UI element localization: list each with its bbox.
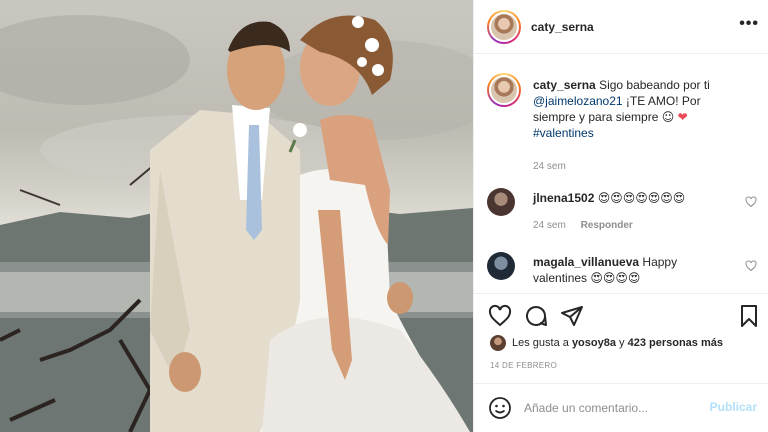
caption-mention[interactable]: @jaimelozano21 xyxy=(533,94,623,108)
caption-hashtag[interactable]: #valentines xyxy=(533,126,594,140)
like-comment-heart-icon[interactable] xyxy=(745,260,757,272)
red-heart-emoji: ❤ xyxy=(677,110,688,124)
caption-text: caty_serna Sigo babeando por ti @jaimelo… xyxy=(533,77,733,141)
caption-avatar[interactable] xyxy=(487,73,521,107)
wedding-photo-illustration xyxy=(0,15,473,432)
post-header: caty_serna ••• xyxy=(474,0,768,54)
comment-time[interactable]: 24 sem xyxy=(533,220,566,231)
caption-time[interactable]: 24 sem xyxy=(533,161,566,172)
likes-summary[interactable]: Les gusta a yosoy8a y 423 personas más xyxy=(490,335,723,351)
post-date[interactable]: 14 DE FEBRERO xyxy=(490,361,557,370)
publish-button[interactable]: Publicar xyxy=(710,400,757,414)
likes-joiner: y xyxy=(619,336,625,349)
comment-username[interactable]: jlnena1502 xyxy=(533,191,594,205)
likes-prefix: Les gusta a xyxy=(512,336,569,349)
like-heart-icon[interactable] xyxy=(488,304,512,328)
commenter-avatar[interactable] xyxy=(487,252,515,280)
author-avatar[interactable] xyxy=(487,10,521,44)
caption-username[interactable]: caty_serna xyxy=(533,78,596,92)
add-comment-input[interactable] xyxy=(524,394,704,422)
comment-username[interactable]: magala_villanueva xyxy=(533,255,639,269)
comment-text: magala_villanueva Happy valentines 😍😍😍😍 xyxy=(533,254,733,286)
smile-emoji: ☺ xyxy=(661,110,675,124)
caption-meta: 24 sem xyxy=(533,161,578,172)
post-photo[interactable] xyxy=(0,0,473,432)
more-options-icon[interactable]: ••• xyxy=(739,15,759,33)
comment-text: jlnena1502 😍😍😍😍😍😍😍 xyxy=(533,190,733,206)
comment-bubble-icon[interactable] xyxy=(524,304,548,328)
liker-username[interactable]: yosoy8a xyxy=(572,337,616,349)
share-paper-plane-icon[interactable] xyxy=(560,304,584,328)
bookmark-icon[interactable] xyxy=(737,304,761,328)
post-side-panel: caty_serna ••• caty_serna Sigo babeando … xyxy=(473,0,768,432)
caption-body-a: Sigo babeando por ti xyxy=(599,78,710,92)
comment-meta: 24 sem Responder xyxy=(533,220,645,231)
comment-emojis: 😍😍😍😍 xyxy=(590,271,641,285)
comments-list[interactable]: caty_serna Sigo babeando por ti @jaimelo… xyxy=(474,55,768,293)
post-actions: Les gusta a yosoy8a y 423 personas más 1… xyxy=(474,293,768,383)
add-comment-bar: Publicar xyxy=(474,383,768,432)
liker-avatar xyxy=(490,335,506,351)
emoji-picker-icon[interactable] xyxy=(488,396,512,420)
commenter-avatar[interactable] xyxy=(487,188,515,216)
author-username[interactable]: caty_serna xyxy=(531,20,594,34)
reply-button[interactable]: Responder xyxy=(581,220,633,231)
comment-emojis: 😍😍😍😍😍😍😍 xyxy=(597,191,686,205)
like-comment-heart-icon[interactable] xyxy=(745,196,757,208)
likes-count[interactable]: 423 personas más xyxy=(628,337,723,349)
